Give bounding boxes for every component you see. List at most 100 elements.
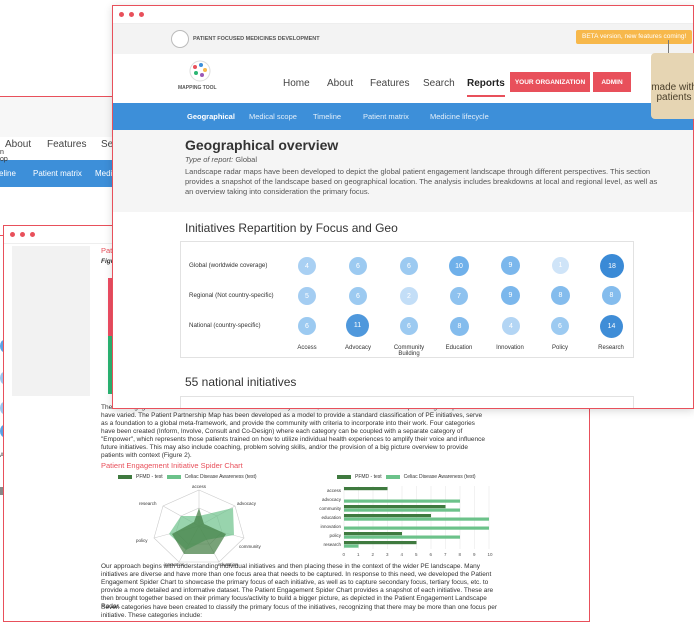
matrix-bubble[interactable]: 6 xyxy=(400,317,418,335)
legend-swatch-pfmd xyxy=(337,475,351,479)
matrix-bubble[interactable]: 8 xyxy=(450,317,469,336)
tab-medical-scope[interactable]: Medical scope xyxy=(249,112,297,121)
bar-x-tick: 8 xyxy=(459,552,462,557)
doc-paragraph-3: Seven categories have been created to cl… xyxy=(101,604,497,619)
page-title: Geographical overview xyxy=(185,137,339,153)
tab-timeline[interactable]: Timeline xyxy=(313,112,341,121)
radar-axis-label: policy xyxy=(136,538,148,543)
tab-geographical[interactable]: Geographical xyxy=(187,112,235,121)
bar-celiac xyxy=(344,544,359,548)
tab-patient-matrix[interactable]: Patient matrix xyxy=(363,112,409,121)
report-subnav: Geographical Medical scope Timeline Pati… xyxy=(113,103,693,130)
tab-medicine-lifecycle[interactable]: Medicine lifecycle xyxy=(430,112,489,121)
matrix-bubble[interactable]: 14 xyxy=(600,315,623,338)
report-type-value: Global xyxy=(235,155,257,164)
bar-category-label: access xyxy=(327,488,342,493)
matrix-bubble[interactable]: 5 xyxy=(298,287,316,305)
matrix-bubble[interactable]: 6 xyxy=(349,287,367,305)
brand-bar: PATIENT FOCUSED MEDICINES DEVELOPMENT BE… xyxy=(113,24,693,54)
bar-celiac xyxy=(344,526,489,530)
matrix-bubble[interactable]: 6 xyxy=(551,317,569,335)
nav-home[interactable]: Home xyxy=(283,78,310,89)
matrix-bubble[interactable]: 7 xyxy=(450,287,468,305)
row-label-regional: Regional (Not country-specific) xyxy=(189,292,274,299)
bar-x-tick: 7 xyxy=(444,552,447,557)
admin-button[interactable]: ADMIN xyxy=(593,72,631,92)
maximize-dot-icon[interactable] xyxy=(30,232,35,237)
national-initiatives-title: 55 national initiatives xyxy=(185,375,297,389)
tag-string xyxy=(668,40,669,54)
bar-pfmd xyxy=(344,505,446,509)
matrix-bubble[interactable]: 2 xyxy=(400,287,418,305)
matrix-bubble[interactable]: 4 xyxy=(298,257,316,275)
col-label: Innovation xyxy=(496,345,524,351)
legend-celiac: Celiac Disease Awareness (test) xyxy=(184,474,257,480)
section-title: Initiatives Repartition by Focus and Geo xyxy=(185,221,398,235)
bar-category-label: advocacy xyxy=(322,497,342,502)
legend-swatch-pfmd xyxy=(118,475,132,479)
matrix-bubble[interactable]: 8 xyxy=(602,286,621,305)
matrix-bubble[interactable]: 9 xyxy=(501,256,520,275)
overview-description: Landscape radar maps have been developed… xyxy=(185,167,658,196)
bar-category-label: policy xyxy=(329,533,341,538)
nav-reports[interactable]: Reports xyxy=(467,78,505,97)
close-dot-icon[interactable] xyxy=(119,12,124,17)
minimize-dot-icon[interactable] xyxy=(129,12,134,17)
col-label: Education xyxy=(445,345,473,351)
made-with-patients-tag: made with patients xyxy=(651,53,694,119)
front-window: PATIENT FOCUSED MEDICINES DEVELOPMENT BE… xyxy=(112,5,694,409)
report-type: Type of report: Global xyxy=(185,155,257,164)
bar-legend-celiac: Celiac Disease Awareness (test) xyxy=(403,474,476,480)
bar-category-label: community xyxy=(319,506,342,511)
bar-x-tick: 4 xyxy=(401,552,404,557)
legend-swatch-celiac xyxy=(166,475,181,479)
matrix-bubble[interactable]: 6 xyxy=(298,317,316,335)
background-window: About Features Search eline Patient matr… xyxy=(0,96,122,236)
report-type-label: Type of report: xyxy=(185,155,234,164)
bar-celiac xyxy=(344,535,460,539)
radar-axis-label: advocacy xyxy=(237,501,257,506)
bar-x-tick: 3 xyxy=(386,552,389,557)
geo-matrix: Global (worldwide coverage) Regional (No… xyxy=(180,241,634,358)
col-label: Policy xyxy=(551,345,568,351)
close-dot-icon[interactable] xyxy=(10,232,15,237)
bar-celiac xyxy=(344,517,489,521)
radar-chart: access advocacy community education inno… xyxy=(136,484,262,566)
matrix-bubble[interactable]: 6 xyxy=(400,257,418,275)
bar-chart: 0 1 2 3 4 5 6 7 8 9 10 access advocacy community educa… xyxy=(319,486,493,557)
matrix-bubble[interactable]: 18 xyxy=(600,254,624,278)
matrix-bubble[interactable]: 10 xyxy=(449,256,469,276)
matrix-bubble[interactable]: 8 xyxy=(551,286,570,305)
maximize-dot-icon[interactable] xyxy=(139,12,144,17)
matrix-bubble[interactable]: 11 xyxy=(346,314,369,337)
doc-sidebar xyxy=(12,246,90,396)
bar-x-tick: 2 xyxy=(372,552,375,557)
back-subnav: eline Patient matrix Medicine xyxy=(0,160,122,187)
back-nav-features[interactable]: Features xyxy=(47,139,86,150)
nav-search[interactable]: Search xyxy=(423,78,455,89)
bar-celiac xyxy=(344,508,460,512)
col-label: Access xyxy=(297,345,317,351)
brand-logo-icon xyxy=(171,30,189,48)
doc-paragraph-1: There ... engage in initiatives that nee… xyxy=(101,404,485,459)
legend-pfmd: PFMD - test xyxy=(136,474,163,480)
radar-legend: PFMD - test Celiac Disease Awareness (te… xyxy=(118,474,257,480)
bar-x-tick: 9 xyxy=(473,552,476,557)
mapping-tool-logo-icon[interactable] xyxy=(185,60,215,84)
matrix-bubble[interactable]: 9 xyxy=(501,286,520,305)
beta-badge: BETA version, new features coming! xyxy=(576,30,693,44)
bar-x-tick: 5 xyxy=(415,552,418,557)
back-subnav-matrix[interactable]: Patient matrix xyxy=(33,169,82,178)
matrix-bubble[interactable]: 6 xyxy=(349,257,367,275)
nav-features[interactable]: Features xyxy=(370,78,409,89)
nav-about[interactable]: About xyxy=(327,78,353,89)
bar-pfmd xyxy=(344,514,431,518)
matrix-bubble[interactable]: 4 xyxy=(502,317,520,335)
your-organization-button[interactable]: YOUR ORGANIZATION xyxy=(510,72,590,92)
minimize-dot-icon[interactable] xyxy=(20,232,25,237)
matrix-bubble[interactable]: 1 xyxy=(552,257,569,274)
radar-axis-label: community xyxy=(239,544,262,549)
national-list-box xyxy=(180,396,634,408)
bar-legend: PFMD - test Celiac Disease Awareness (te… xyxy=(337,474,476,480)
bar-x-tick: 1 xyxy=(357,552,360,557)
